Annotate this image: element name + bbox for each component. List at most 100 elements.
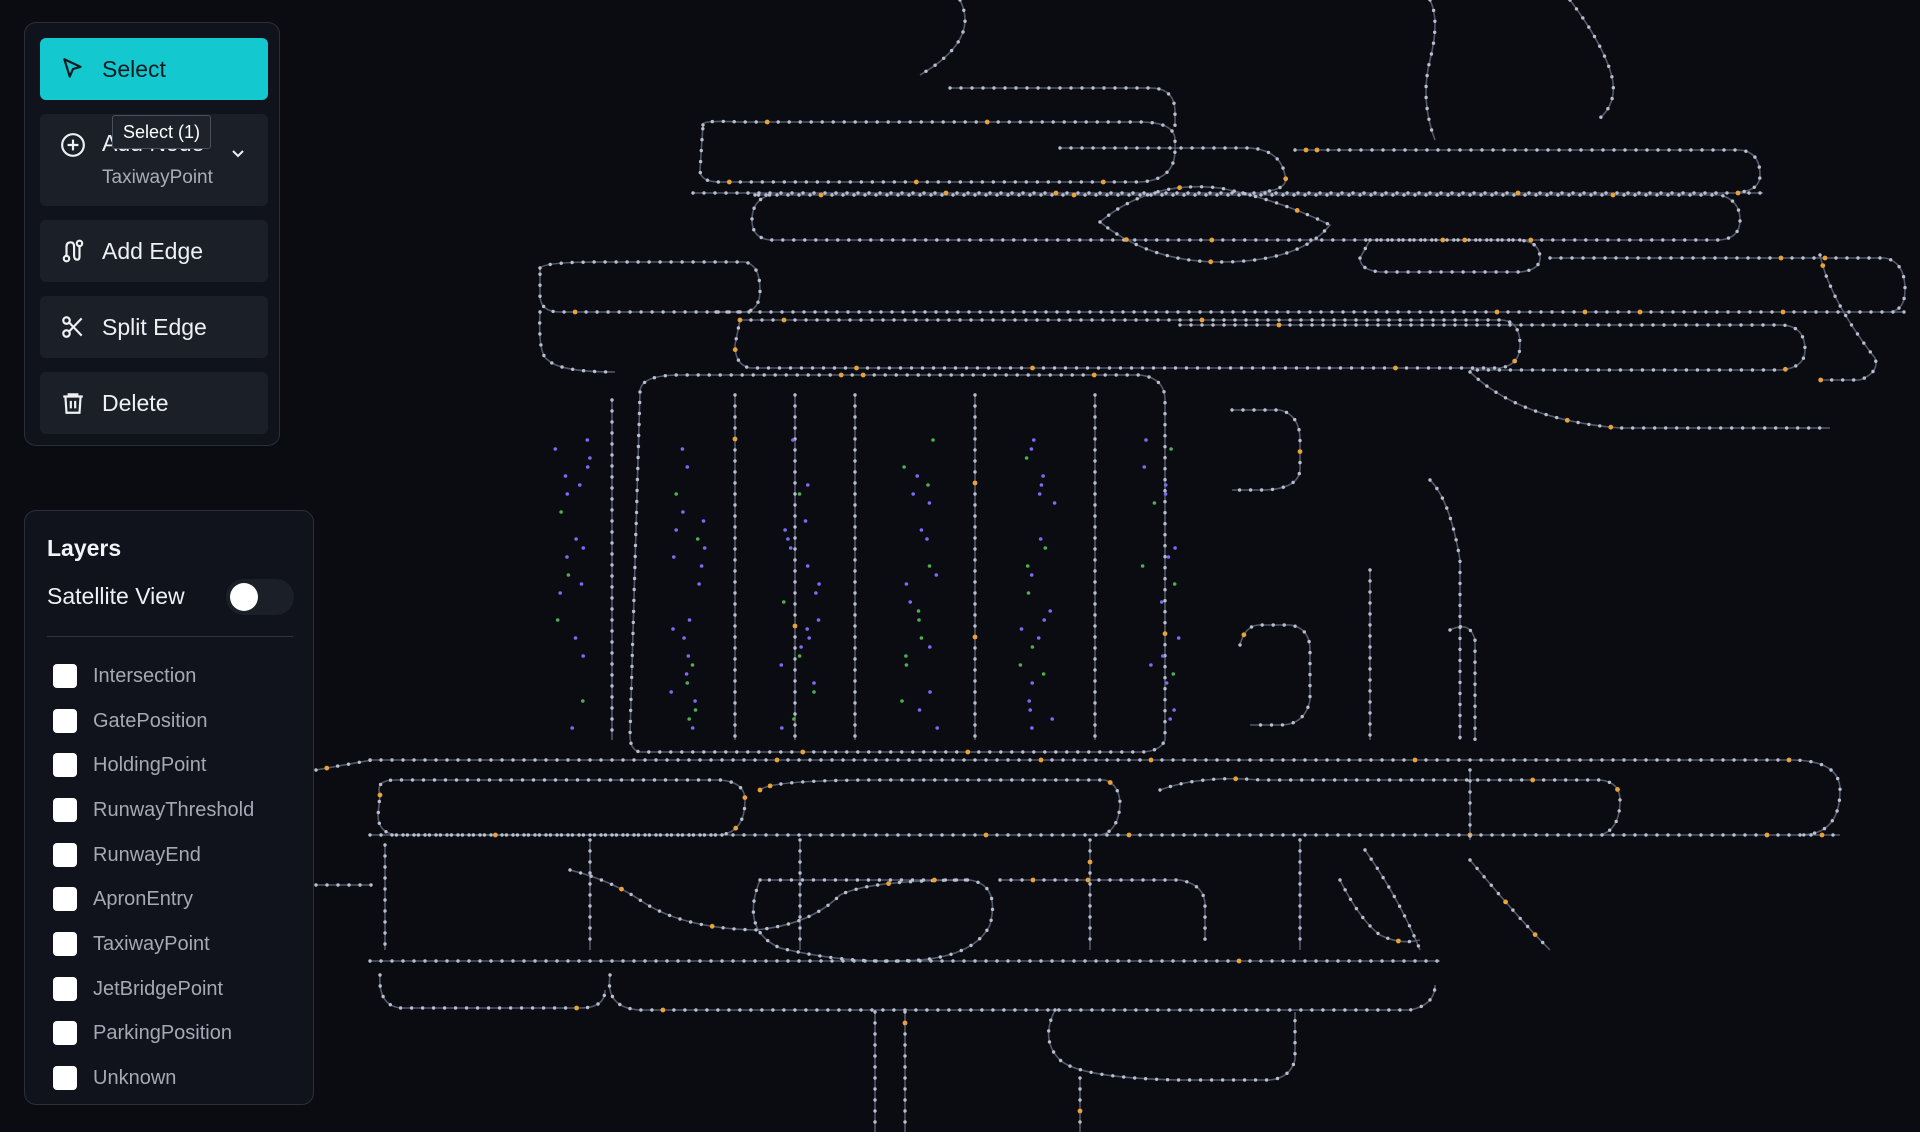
graph-node[interactable] [412,959,416,963]
graph-node[interactable] [1322,778,1326,782]
graph-node[interactable] [610,563,614,567]
graph-node[interactable] [1403,148,1407,152]
graph-node[interactable] [538,294,542,298]
graph-node[interactable] [665,959,669,963]
graph-node[interactable] [1244,1008,1248,1012]
graph-node[interactable] [538,272,542,276]
graph-node[interactable] [566,959,570,963]
graph-node[interactable] [1028,758,1032,762]
graph-node[interactable] [1107,366,1112,370]
graph-node[interactable] [1522,239,1526,243]
graph-node[interactable] [793,180,797,184]
graph-node[interactable] [733,701,737,705]
graph-node[interactable] [647,260,651,264]
graph-node[interactable] [1033,310,1037,314]
graph-node[interactable] [643,833,647,837]
graph-node[interactable] [908,120,912,124]
graph-node[interactable] [610,618,614,622]
graph-node[interactable] [1127,959,1131,963]
graph-node[interactable] [1600,193,1604,197]
graph-node[interactable] [1153,191,1157,195]
graph-node[interactable] [740,373,744,377]
graph-node[interactable] [1226,833,1230,837]
graph-node[interactable] [823,191,827,195]
graph-node[interactable] [793,547,797,551]
graph-node[interactable] [1199,185,1204,189]
graph-node[interactable] [1491,148,1495,152]
graph-node[interactable] [1299,318,1303,322]
parking-node[interactable] [780,726,784,730]
graph-node[interactable] [1429,128,1434,132]
graph-node[interactable] [1669,256,1673,260]
graph-node[interactable] [1035,318,1039,322]
graph-node[interactable] [617,310,621,314]
graph-node[interactable] [1093,613,1097,617]
graph-node[interactable] [1163,720,1167,724]
graph-node[interactable] [760,318,764,322]
graph-node[interactable] [726,179,732,185]
graph-node[interactable] [1079,318,1083,322]
graph-node[interactable] [720,833,724,837]
graph-node[interactable] [1496,891,1501,896]
graph-node[interactable] [1559,256,1563,260]
graph-node[interactable] [1785,426,1789,430]
graph-node[interactable] [1528,237,1534,243]
graph-node[interactable] [1097,878,1101,882]
graph-node[interactable] [1232,189,1236,193]
graph-node[interactable] [1163,522,1167,526]
parking-node[interactable] [1171,672,1176,676]
graph-node[interactable] [1855,332,1860,336]
graph-node[interactable] [1163,687,1167,691]
graph-node[interactable] [778,878,783,882]
graph-node[interactable] [1858,310,1862,314]
graph-node[interactable] [771,1008,775,1012]
graph-node[interactable] [559,833,564,837]
graph-node[interactable] [1428,270,1432,274]
graph-node[interactable] [1139,120,1143,124]
graph-node[interactable] [733,646,737,650]
graph-node[interactable] [1321,318,1325,322]
graph-node[interactable] [1704,310,1708,314]
graph-node[interactable] [1440,237,1446,243]
graph-node[interactable] [1412,238,1416,242]
graph-node[interactable] [903,1043,907,1047]
graph-node[interactable] [962,758,966,762]
graph-node[interactable] [1325,833,1329,837]
graph-node[interactable] [698,170,702,175]
graph-node[interactable] [853,404,857,408]
graph-node[interactable] [1187,310,1191,314]
parking-node[interactable] [926,483,930,487]
graph-node[interactable] [1107,213,1111,217]
graph-node[interactable] [504,833,509,837]
graph-node[interactable] [1732,758,1736,762]
graph-node[interactable] [1428,998,1432,1002]
graph-node[interactable] [1172,101,1176,106]
graph-node[interactable] [976,880,980,884]
graph-node[interactable] [1479,193,1483,197]
graph-node[interactable] [1087,778,1091,782]
graph-node[interactable] [346,762,351,766]
graph-node[interactable] [667,913,672,918]
graph-node[interactable] [733,525,737,529]
graph-node[interactable] [1585,323,1589,327]
parking-node[interactable] [1029,573,1034,577]
graph-node[interactable] [390,833,394,837]
graph-node[interactable] [1473,649,1477,653]
graph-node[interactable] [973,959,977,963]
graph-node[interactable] [909,366,914,370]
graph-node[interactable] [733,415,737,419]
graph-node[interactable] [1360,366,1365,370]
graph-node[interactable] [1083,758,1087,762]
graph-node[interactable] [710,119,714,124]
graph-node[interactable] [1299,1008,1303,1012]
graph-node[interactable] [847,238,851,242]
graph-node[interactable] [1633,833,1637,837]
graph-node[interactable] [1505,270,1509,274]
graph-node[interactable] [1627,310,1631,314]
graph-node[interactable] [806,373,810,377]
graph-node[interactable] [1482,875,1486,879]
graph-node[interactable] [702,750,706,754]
graph-node[interactable] [1241,632,1247,638]
graph-node[interactable] [963,19,967,23]
graph-node[interactable] [1163,478,1167,482]
